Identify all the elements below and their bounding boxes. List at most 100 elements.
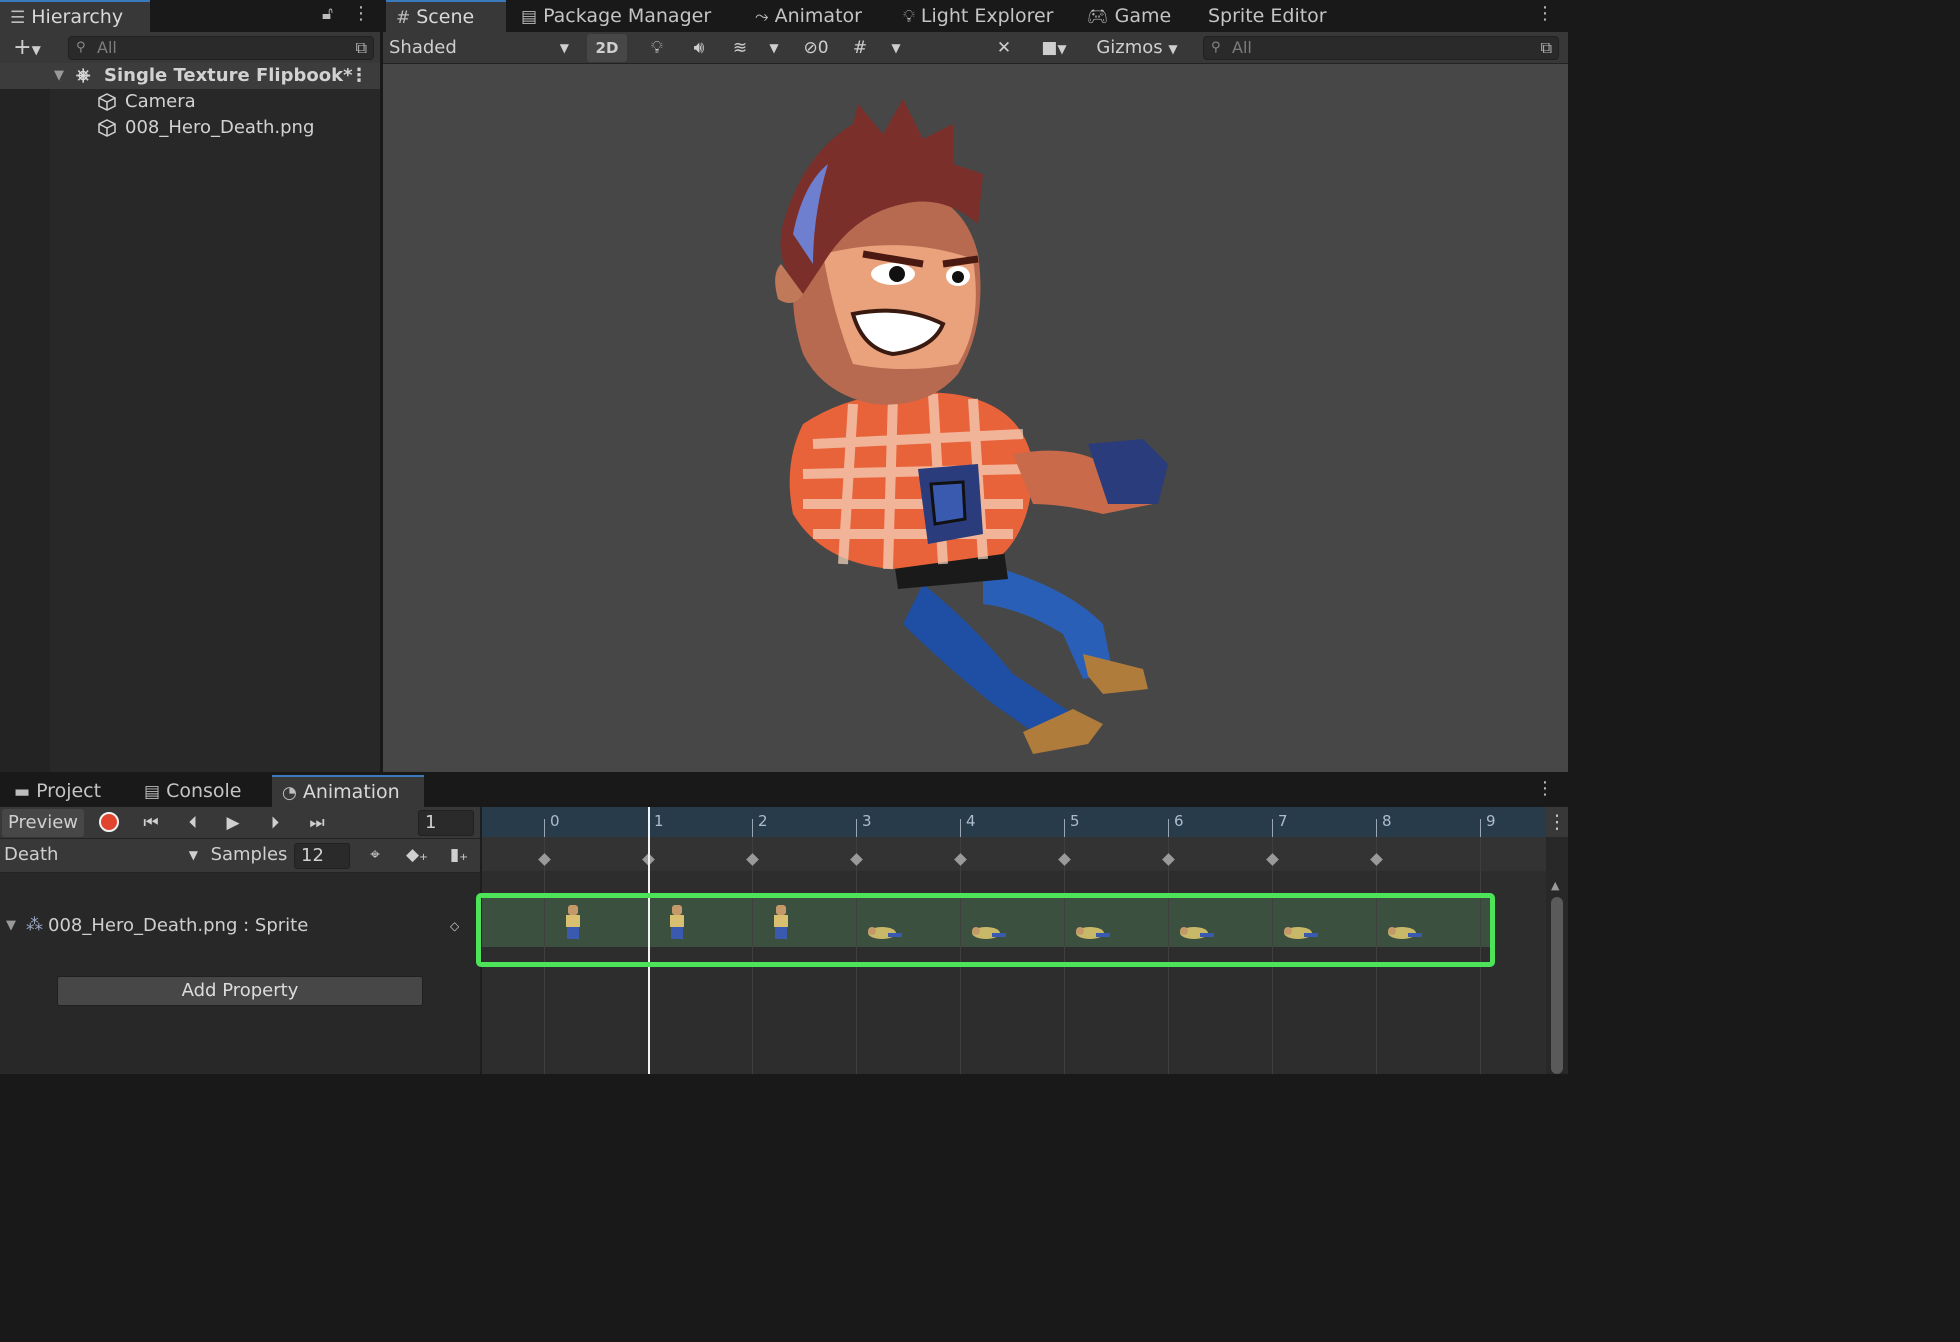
ruler-tick-label: 5 xyxy=(1070,812,1080,830)
record-button[interactable] xyxy=(92,809,126,837)
timeline-ruler[interactable]: 0 1 2 3 4 5 6 7 8 9 xyxy=(482,807,1546,837)
search-filter-icon[interactable]: ⧉ xyxy=(1541,37,1552,59)
more-options-icon[interactable]: ⋮ xyxy=(1536,778,1554,799)
more-options-icon[interactable]: ⋮ xyxy=(1536,3,1554,24)
tab-light-explorer[interactable]: 💡︎ Light Explorer xyxy=(893,0,1063,32)
scene-tabbar: # Scene ▤ Package Manager ⤳ Animator 💡︎ Ligh… xyxy=(383,0,1568,32)
scene-name: Single Texture Flipbook* xyxy=(104,65,353,86)
tab-project[interactable]: ▬ Project xyxy=(4,775,111,807)
effects-dropdown[interactable]: ▼ xyxy=(761,34,787,62)
ruler-tick xyxy=(1376,819,1377,837)
step-back-icon: ⏴ xyxy=(188,813,198,833)
ruler-tick-label: 3 xyxy=(862,812,872,830)
scene-panel: # Scene ▤ Package Manager ⤳ Animator 💡︎ Ligh… xyxy=(383,0,1568,772)
create-dropdown-button[interactable]: +▼ xyxy=(6,34,48,62)
camera-dropdown[interactable]: ■▼ xyxy=(1029,34,1079,62)
speaker-icon: 🔊︎ xyxy=(693,38,705,58)
first-keyframe-button[interactable]: ⏮ xyxy=(134,809,168,837)
effects-toggle[interactable]: ≋ xyxy=(723,34,757,62)
bulb-icon: 💡︎ xyxy=(651,38,663,58)
samples-label: Samples xyxy=(210,844,288,865)
grid-icon: # xyxy=(396,8,411,28)
frame-input[interactable]: 1 xyxy=(418,810,474,836)
clip-dropdown[interactable]: Death ▼ xyxy=(4,841,202,869)
next-keyframe-button[interactable]: ⏵ xyxy=(258,809,292,837)
vertical-scrollbar[interactable]: ▲ xyxy=(1550,879,1564,1074)
property-list: ▼ ⁂ 008_Hero_Death.png : Sprite ◇ Add Pr… xyxy=(0,873,480,1074)
grid-icon: # xyxy=(852,38,868,58)
scene-options-icon[interactable]: ⋮ xyxy=(350,63,368,89)
tab-hierarchy[interactable]: ☰ Hierarchy xyxy=(0,0,150,32)
tab-package-manager[interactable]: ▤ Package Manager xyxy=(511,0,721,32)
hierarchy-item-camera[interactable]: Camera xyxy=(0,89,380,115)
ruler-tick xyxy=(1480,819,1481,837)
scene-search-input[interactable]: ⚲ All ⧉ xyxy=(1203,36,1559,60)
preview-toggle[interactable]: Preview xyxy=(2,809,84,837)
add-property-button[interactable]: Add Property xyxy=(57,976,423,1006)
tab-sprite-editor[interactable]: Sprite Editor xyxy=(1198,0,1337,32)
ruler-tick xyxy=(752,819,753,837)
ruler-tick-label: 8 xyxy=(1382,812,1392,830)
crosshair-icon: ⌖ xyxy=(370,845,380,865)
ruler-tick-label: 9 xyxy=(1486,812,1496,830)
tools-button[interactable]: ✕ xyxy=(987,34,1021,62)
scroll-up-icon[interactable]: ▲ xyxy=(1551,879,1559,892)
search-icon: ⚲ xyxy=(76,40,86,55)
chevron-down-icon: ▼ xyxy=(769,41,779,55)
gamepad-icon: 🎮︎ xyxy=(1087,7,1109,27)
more-options-icon[interactable]: ⋮ xyxy=(352,3,370,24)
light-icon: 💡︎ xyxy=(903,7,915,27)
ruler-tick-label: 7 xyxy=(1278,812,1288,830)
chevron-down-icon: ▼ xyxy=(188,848,198,862)
audio-toggle[interactable]: 🔊︎ xyxy=(681,34,717,62)
add-event-icon: ▮₊ xyxy=(449,845,469,865)
search-filter-icon[interactable]: ⧉ xyxy=(356,37,367,59)
ruler-tick xyxy=(1064,819,1065,837)
hidden-objects-toggle[interactable]: ⊘0 xyxy=(793,34,839,62)
tab-animation[interactable]: ◔ Animation xyxy=(272,775,424,807)
hierarchy-toolbar: +▼ ⚲ All ⧉ xyxy=(0,32,380,64)
scrollbar-thumb[interactable] xyxy=(1551,897,1563,1074)
hierarchy-search-input[interactable]: ⚲ All ⧉ xyxy=(68,36,374,60)
samples-input[interactable]: 12 xyxy=(294,843,350,869)
scene-lighting-toggle[interactable]: 💡︎ xyxy=(639,34,675,62)
tab-console[interactable]: ▤ Console xyxy=(134,775,252,807)
ruler-tick-label: 1 xyxy=(654,812,664,830)
unity-scene-icon: ⎈ xyxy=(76,65,91,86)
grid-toggle[interactable]: # xyxy=(845,34,875,62)
animation-controls: Preview ⏮ ⏴ ▶ ⏵ ⏭ 1 xyxy=(0,807,480,839)
chevron-down-icon: ▼ xyxy=(891,41,901,55)
scene-row[interactable]: ▼ ⎈ Single Texture Flipbook* ⋮ xyxy=(0,63,380,89)
2d-mode-toggle[interactable]: 2D xyxy=(587,34,627,62)
filter-by-selection-button[interactable]: ⌖ xyxy=(360,841,390,869)
more-options-icon[interactable]: ⋮ xyxy=(1546,807,1568,837)
hierarchy-item-hero-death[interactable]: 008_Hero_Death.png xyxy=(0,115,380,141)
ruler-tick xyxy=(960,819,961,837)
console-icon: ▤ xyxy=(144,782,161,802)
scene-viewport[interactable] xyxy=(383,64,1568,772)
add-keyframe-icon: ◆₊ xyxy=(405,845,429,865)
property-label[interactable]: 008_Hero_Death.png : Sprite xyxy=(48,915,308,936)
gizmos-dropdown[interactable]: Gizmos ▼ xyxy=(1085,34,1189,62)
add-event-button[interactable]: ▮₊ xyxy=(442,841,476,869)
tab-game[interactable]: 🎮︎ Game xyxy=(1077,0,1181,32)
camera-icon: ■ xyxy=(1041,38,1058,58)
tab-animator[interactable]: ⤳ Animator xyxy=(745,0,872,32)
previous-keyframe-button[interactable]: ⏴ xyxy=(176,809,210,837)
shading-mode-dropdown[interactable]: Shaded ▼ xyxy=(389,34,575,62)
keyframe-diamond-icon[interactable]: ◇ xyxy=(450,919,459,933)
chevron-down-icon: ▼ xyxy=(1168,42,1178,56)
package-icon: ▤ xyxy=(521,7,538,27)
tab-scene[interactable]: # Scene xyxy=(386,0,506,32)
last-keyframe-button[interactable]: ⏭ xyxy=(300,809,334,837)
lock-icon[interactable]: 🔓︎ xyxy=(322,4,333,24)
expand-arrow-icon[interactable]: ▼ xyxy=(6,918,16,933)
eye-slash-icon: ⊘ xyxy=(803,38,818,58)
expand-arrow-icon[interactable]: ▼ xyxy=(54,63,64,89)
grid-dropdown[interactable]: ▼ xyxy=(883,34,909,62)
play-button[interactable]: ▶ xyxy=(216,809,250,837)
summary-row xyxy=(482,837,1546,871)
add-keyframe-button[interactable]: ◆₊ xyxy=(400,841,434,869)
scene-toolbar: Shaded ▼ 2D 💡︎ 🔊︎ ≋ ▼ ⊘0 # ▼ ✕ ■▼ Gizmos … xyxy=(383,32,1568,64)
animator-icon: ⤳ xyxy=(755,7,769,27)
